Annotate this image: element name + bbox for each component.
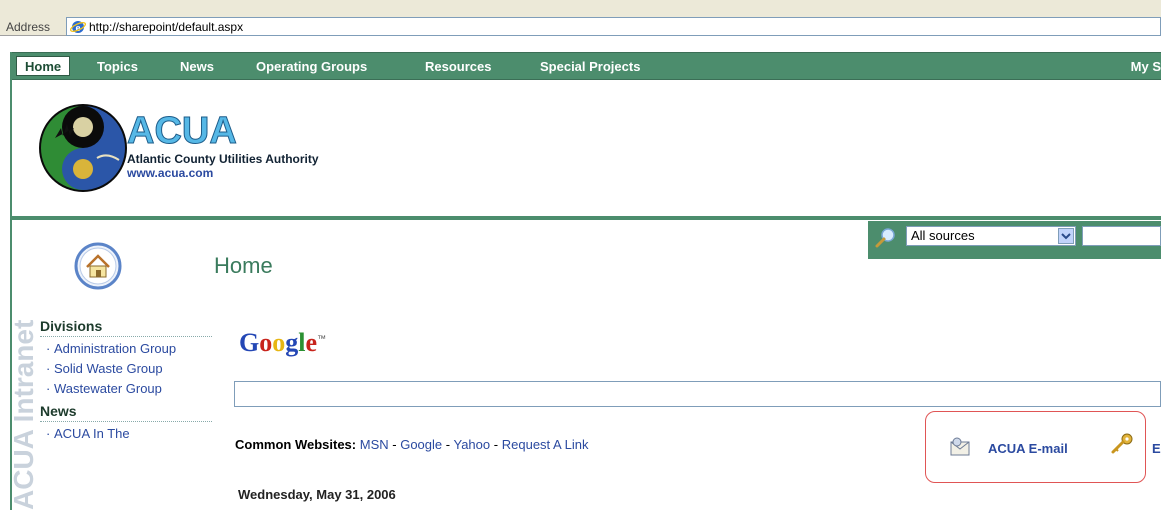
left-nav-item[interactable]: · Administration Group <box>40 341 214 357</box>
page-title: Home <box>214 253 273 278</box>
date-text: Wednesday, May 31, 2006 <box>238 487 396 502</box>
nav-special-projects[interactable]: Special Projects <box>540 59 640 74</box>
email-link-cut[interactable]: E <box>1152 441 1161 456</box>
link-request-a-link[interactable]: Request A Link <box>502 437 589 452</box>
nav-resources[interactable]: Resources <box>425 59 491 74</box>
common-websites-label: Common Websites: <box>235 437 357 452</box>
news-heading: News <box>40 403 212 422</box>
left-nav-item[interactable]: · Solid Waste Group <box>40 361 214 377</box>
svg-text:ACUA: ACUA <box>127 110 237 152</box>
left-nav-item[interactable]: · Wastewater Group <box>40 381 214 397</box>
search-panel: All sources <box>868 221 1161 259</box>
acua-logo[interactable]: ACUA Atlantic County Utilities Authority… <box>35 98 375 198</box>
nav-news[interactable]: News <box>180 59 214 74</box>
divisions-heading: Divisions <box>40 318 212 337</box>
left-nav-item[interactable]: · ACUA In The <box>40 426 214 442</box>
envelope-icon[interactable] <box>949 437 971 457</box>
left-nav-item-label: ACUA In The <box>54 426 130 441</box>
header-separator <box>10 216 1161 220</box>
acua-email-link[interactable]: ACUA E-mail <box>988 441 1068 456</box>
left-nav-item-label: Wastewater Group <box>54 381 162 396</box>
nav-operating-groups[interactable]: Operating Groups <box>256 59 367 74</box>
home-icon[interactable] <box>74 242 122 290</box>
address-label: Address <box>6 20 51 34</box>
nav-topics[interactable]: Topics <box>97 59 138 74</box>
common-websites: Common Websites: MSN - Google - Yahoo - … <box>235 437 589 452</box>
link-yahoo[interactable]: Yahoo <box>454 437 491 452</box>
address-url: http://sharepoint/default.aspx <box>89 20 244 34</box>
chevron-down-icon[interactable] <box>1058 228 1074 244</box>
org-website[interactable]: www.acua.com <box>127 166 213 180</box>
left-nav: Divisions · Administration Group · Solid W… <box>40 318 214 446</box>
acua-logo-graphic: ACUA <box>39 104 237 192</box>
link-google[interactable]: Google <box>400 437 442 452</box>
nav-my-site[interactable]: My S <box>1131 59 1161 74</box>
nav-home-tab[interactable]: Home <box>16 56 71 76</box>
org-name: Atlantic County Utilities Authority <box>127 152 319 166</box>
key-icon[interactable] <box>1110 433 1134 455</box>
link-msn[interactable]: MSN <box>360 437 389 452</box>
search-input[interactable] <box>1082 226 1161 246</box>
address-bar: Address e http://sharepoint/default.aspx <box>0 0 1161 36</box>
ie-page-icon: e <box>70 21 86 34</box>
intranet-watermark: ACUA Intranet <box>9 310 39 510</box>
google-search-input[interactable] <box>234 381 1161 407</box>
google-logo: Google™ <box>239 328 327 357</box>
svg-text:ACUA Intranet: ACUA Intranet <box>9 320 39 510</box>
left-nav-item-label: Administration Group <box>54 341 177 356</box>
search-scope-select[interactable]: All sources <box>906 226 1076 246</box>
search-scope-value: All sources <box>911 228 975 243</box>
left-nav-item-label: Solid Waste Group <box>54 361 163 376</box>
top-nav-bar: Home Topics News Operating Groups Resour… <box>10 52 1161 80</box>
address-field[interactable]: e http://sharepoint/default.aspx <box>66 17 1161 36</box>
search-icon[interactable] <box>874 227 896 249</box>
